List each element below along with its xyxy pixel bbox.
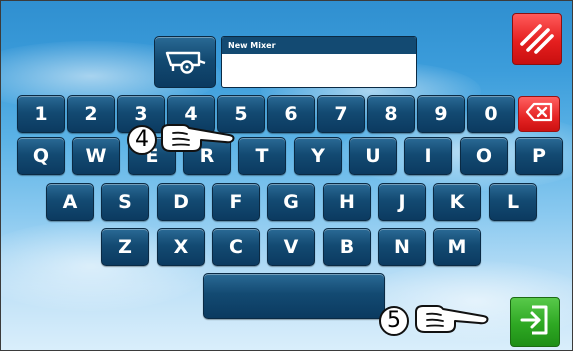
callout-step-4: 4 — [127, 121, 237, 159]
key-0[interactable]: 0 — [467, 95, 515, 133]
key-j[interactable]: J — [378, 183, 426, 221]
key-s[interactable]: S — [101, 183, 149, 221]
key-f[interactable]: F — [212, 183, 260, 221]
key-9[interactable]: 9 — [417, 95, 465, 133]
key-z[interactable]: Z — [101, 228, 149, 266]
key-k[interactable]: K — [433, 183, 481, 221]
key-t[interactable]: T — [238, 137, 286, 175]
callout-step-5: 5 — [379, 302, 491, 340]
key-i[interactable]: I — [404, 137, 452, 175]
mixer-name-label: New Mixer — [222, 37, 416, 54]
key-o[interactable]: O — [460, 137, 508, 175]
key-c[interactable]: C — [212, 228, 260, 266]
key-v[interactable]: V — [267, 228, 315, 266]
key-6[interactable]: 6 — [267, 95, 315, 133]
space-key[interactable] — [203, 273, 385, 319]
backspace-icon — [525, 102, 553, 126]
key-w[interactable]: W — [72, 137, 120, 175]
key-x[interactable]: X — [157, 228, 205, 266]
key-2[interactable]: 2 — [67, 95, 115, 133]
key-b[interactable]: B — [323, 228, 371, 266]
mixer-name-field[interactable]: New Mixer — [221, 36, 417, 88]
key-8[interactable]: 8 — [367, 95, 415, 133]
backspace-button[interactable] — [518, 96, 560, 132]
key-n[interactable]: N — [378, 228, 426, 266]
key-y[interactable]: Y — [294, 137, 342, 175]
key-7[interactable]: 7 — [317, 95, 365, 133]
key-h[interactable]: H — [323, 183, 371, 221]
key-a[interactable]: A — [46, 183, 94, 221]
pointing-hand-icon — [413, 302, 491, 340]
enter-icon — [518, 303, 552, 341]
key-u[interactable]: U — [349, 137, 397, 175]
key-d[interactable]: D — [157, 183, 205, 221]
key-m[interactable]: M — [433, 228, 481, 266]
callout-number: 5 — [379, 306, 409, 336]
pointing-hand-icon — [159, 121, 237, 159]
key-l[interactable]: L — [489, 183, 537, 221]
cancel-button[interactable] — [512, 13, 562, 65]
trailer-button[interactable] — [154, 36, 216, 88]
cancel-icon — [518, 18, 556, 60]
key-1[interactable]: 1 — [17, 95, 65, 133]
key-p[interactable]: P — [515, 137, 563, 175]
enter-button[interactable] — [510, 297, 560, 347]
callout-number: 4 — [127, 125, 157, 155]
mixer-name-value[interactable] — [222, 54, 416, 87]
keyboard-screen: New Mixer 1 2 3 4 5 6 7 8 9 0 Q W E R T … — [0, 0, 573, 351]
trailer-icon — [163, 45, 207, 79]
key-q[interactable]: Q — [17, 137, 65, 175]
key-g[interactable]: G — [267, 183, 315, 221]
